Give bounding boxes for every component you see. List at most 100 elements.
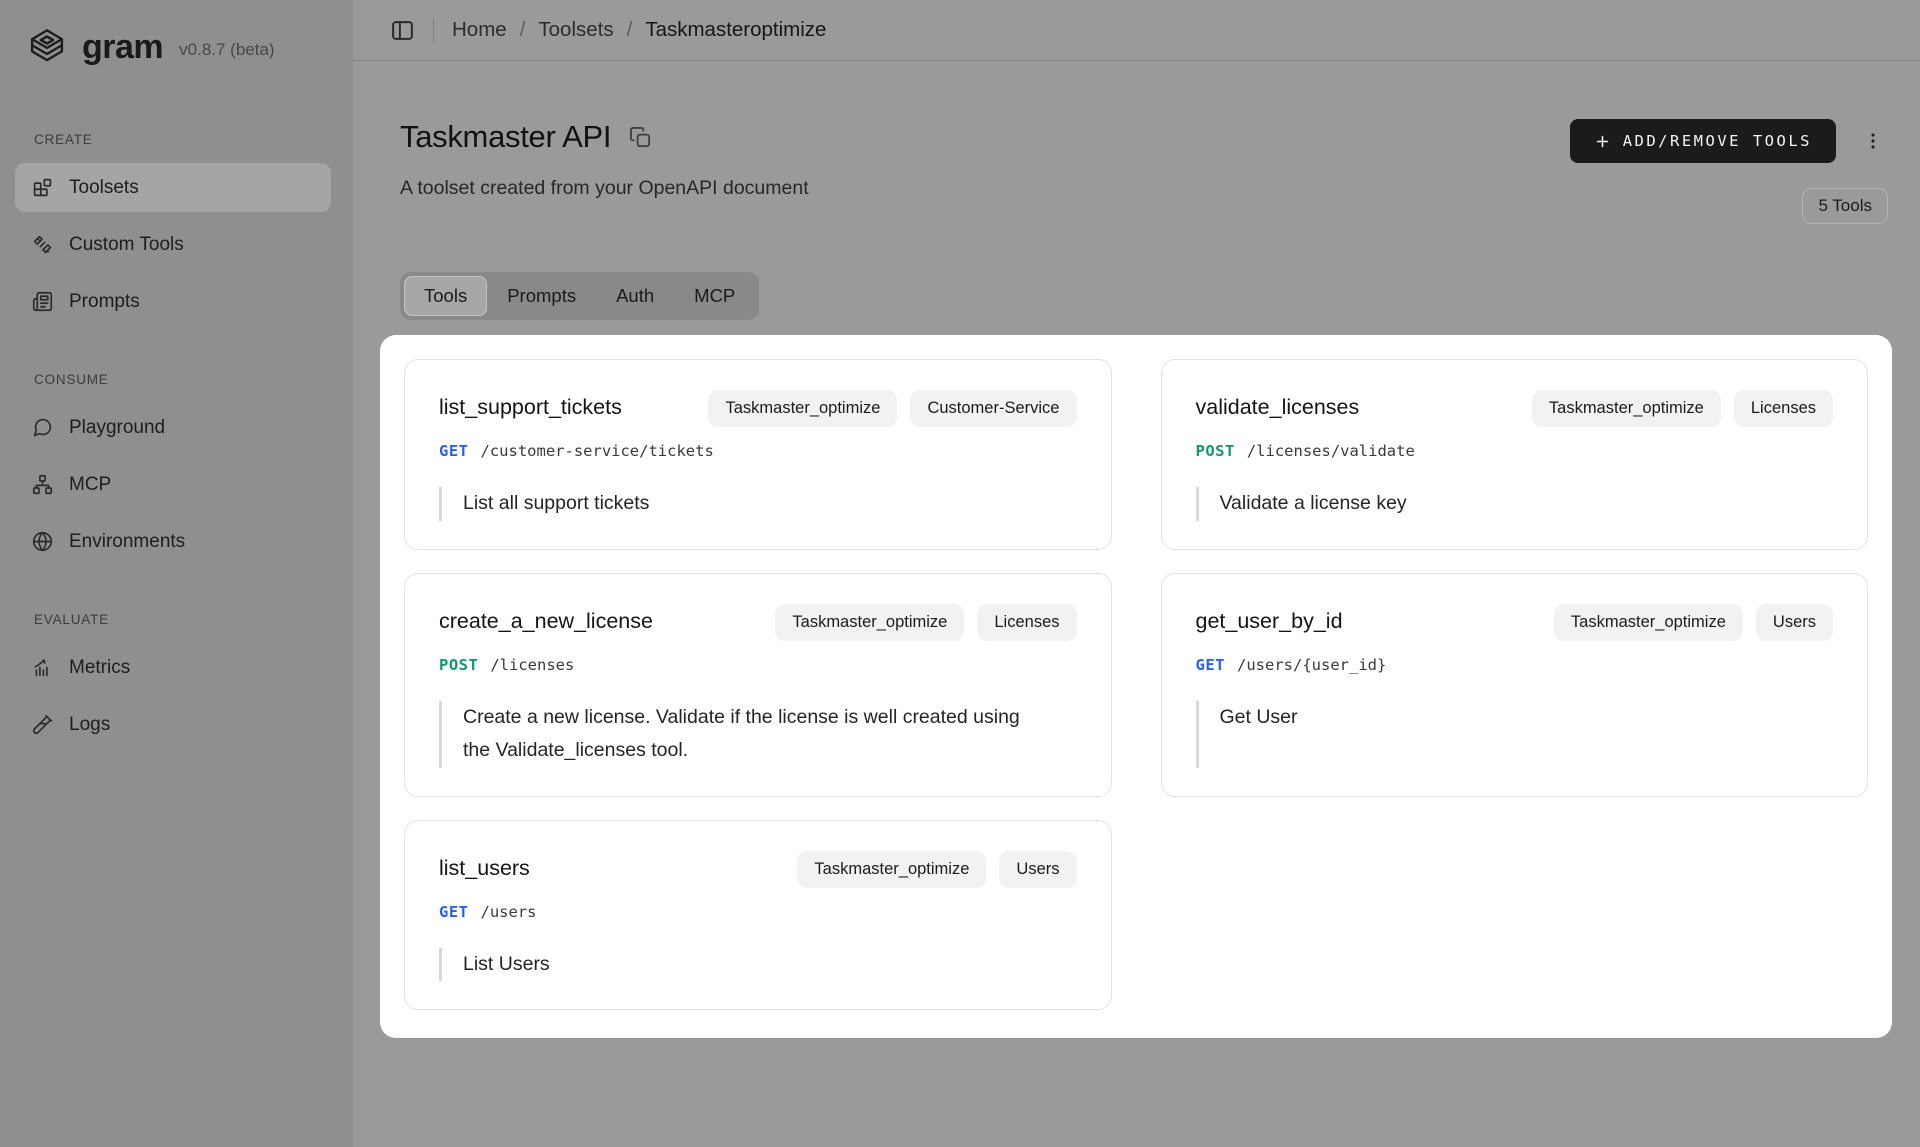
tab-mcp[interactable]: MCP (674, 276, 755, 316)
main-area: Home / Toolsets / Taskmasteroptimize Tas… (353, 0, 1920, 1147)
kebab-menu-icon (1862, 130, 1884, 152)
blocks-icon (32, 177, 53, 198)
sidebar-item-environments[interactable]: Environments (15, 517, 331, 566)
sidebar-nav: CREATE Toolsets (0, 132, 353, 749)
sidebar-item-custom-tools[interactable]: Custom Tools (15, 220, 331, 269)
app-version: v0.8.7 (beta) (179, 40, 274, 60)
nav-section-evaluate: EVALUATE Metrics Logs (0, 612, 353, 749)
app-name: gram (82, 28, 163, 67)
breadcrumb-separator: / (627, 18, 633, 42)
chart-icon (32, 657, 53, 678)
endpoint-path: /users/{user_id} (1237, 656, 1386, 674)
tool-name: get_user_by_id (1196, 604, 1343, 634)
tool-description: Get User (1196, 701, 1834, 768)
endpoint-path: /licenses (490, 656, 574, 674)
pencil-ruler-icon (32, 234, 53, 255)
globe-icon (32, 531, 53, 552)
tool-description: Create a new license. Validate if the li… (439, 701, 1077, 768)
sidebar-item-mcp[interactable]: MCP (15, 460, 331, 509)
sidebar-item-prompts[interactable]: Prompts (15, 277, 331, 326)
http-method: GET (1196, 656, 1226, 674)
tool-badge: Customer-Service (910, 390, 1076, 427)
test-tube-icon (32, 714, 53, 735)
tools-count-badge: 5 Tools (1802, 188, 1888, 224)
panel-left-icon (390, 18, 415, 43)
endpoint-path: /customer-service/tickets (481, 442, 714, 460)
tool-name: create_a_new_license (439, 604, 653, 634)
sidebar-item-label: Prompts (69, 291, 140, 313)
http-method: POST (1196, 442, 1235, 460)
tool-description: List Users (439, 948, 1077, 982)
copy-button[interactable] (627, 124, 654, 151)
tool-badge: Taskmaster_optimize (1554, 604, 1743, 641)
sidebar-item-label: Custom Tools (69, 234, 184, 256)
nav-section-create: CREATE Toolsets (0, 132, 353, 326)
breadcrumb-toolsets[interactable]: Toolsets (538, 18, 613, 42)
section-label-consume: CONSUME (0, 372, 353, 387)
copy-icon (629, 126, 652, 149)
tool-description: List all support tickets (439, 487, 1077, 521)
title-row: Taskmaster API A toolset created from yo… (400, 119, 1892, 224)
message-bubble-icon (32, 417, 53, 438)
page-title: Taskmaster API (400, 119, 611, 155)
page-subtitle: A toolset created from your OpenAPI docu… (400, 177, 809, 200)
endpoint-path: /licenses/validate (1247, 442, 1415, 460)
tab-group: Tools Prompts Auth MCP (400, 272, 759, 320)
tool-name: validate_licenses (1196, 390, 1360, 420)
tool-card-get-user-by-id[interactable]: get_user_by_id Taskmaster_optimize Users… (1161, 573, 1869, 797)
sidebar-item-logs[interactable]: Logs (15, 700, 331, 749)
sidebar-item-label: Toolsets (69, 177, 139, 199)
gram-logo-icon (26, 26, 68, 68)
more-options-button[interactable] (1858, 126, 1888, 156)
content-area: Taskmaster API A toolset created from yo… (353, 61, 1920, 1147)
sidebar-item-metrics[interactable]: Metrics (15, 643, 331, 692)
tool-name: list_users (439, 851, 530, 881)
http-method: GET (439, 442, 469, 460)
tab-auth[interactable]: Auth (596, 276, 674, 316)
tool-badge: Taskmaster_optimize (1532, 390, 1721, 427)
tool-card-list-users[interactable]: list_users Taskmaster_optimize Users GET… (404, 820, 1112, 1011)
tool-badge: Taskmaster_optimize (797, 851, 986, 888)
sidebar-item-label: Playground (69, 417, 165, 439)
tool-badge: Licenses (977, 604, 1076, 641)
sidebar-toggle-button[interactable] (386, 14, 419, 47)
add-remove-tools-button[interactable]: ADD/REMOVE TOOLS (1570, 119, 1836, 163)
sidebar-item-label: Metrics (69, 657, 130, 679)
tab-tools[interactable]: Tools (404, 276, 487, 316)
sidebar-item-label: MCP (69, 474, 111, 496)
tools-panel: list_support_tickets Taskmaster_optimize… (380, 335, 1892, 1038)
tool-badge: Licenses (1734, 390, 1833, 427)
tool-card-list-support-tickets[interactable]: list_support_tickets Taskmaster_optimize… (404, 359, 1112, 550)
tool-badge: Taskmaster_optimize (708, 390, 897, 427)
tools-grid: list_support_tickets Taskmaster_optimize… (404, 359, 1868, 1010)
breadcrumb-home[interactable]: Home (452, 18, 507, 42)
sidebar-item-toolsets[interactable]: Toolsets (15, 163, 331, 212)
tool-card-validate-licenses[interactable]: validate_licenses Taskmaster_optimize Li… (1161, 359, 1869, 550)
newspaper-icon (32, 291, 53, 312)
tool-card-create-a-new-license[interactable]: create_a_new_license Taskmaster_optimize… (404, 573, 1112, 797)
tabs-row: Tools Prompts Auth MCP (400, 272, 1892, 320)
breadcrumb: Home / Toolsets / Taskmasteroptimize (452, 18, 826, 42)
endpoint-path: /users (481, 903, 537, 921)
nav-section-consume: CONSUME Playground (0, 372, 353, 566)
sidebar-item-label: Logs (69, 714, 110, 736)
sidebar: gram v0.8.7 (beta) CREATE Toolsets (0, 0, 353, 1147)
breadcrumb-current[interactable]: Taskmasteroptimize (645, 18, 826, 42)
tool-badge: Taskmaster_optimize (775, 604, 964, 641)
section-label-create: CREATE (0, 132, 353, 147)
tool-description: Validate a license key (1196, 487, 1834, 521)
topbar: Home / Toolsets / Taskmasteroptimize (353, 0, 1920, 61)
app-logo: gram v0.8.7 (beta) (0, 20, 353, 74)
sidebar-item-label: Environments (69, 531, 185, 553)
tool-badge: Users (1756, 604, 1833, 641)
tool-name: list_support_tickets (439, 390, 622, 420)
network-icon (32, 474, 53, 495)
sidebar-item-playground[interactable]: Playground (15, 403, 331, 452)
topbar-divider (433, 18, 434, 43)
plus-icon (1594, 133, 1611, 150)
section-label-evaluate: EVALUATE (0, 612, 353, 627)
tab-prompts[interactable]: Prompts (487, 276, 596, 316)
tool-badge: Users (999, 851, 1076, 888)
http-method: POST (439, 656, 478, 674)
breadcrumb-separator: / (520, 18, 526, 42)
